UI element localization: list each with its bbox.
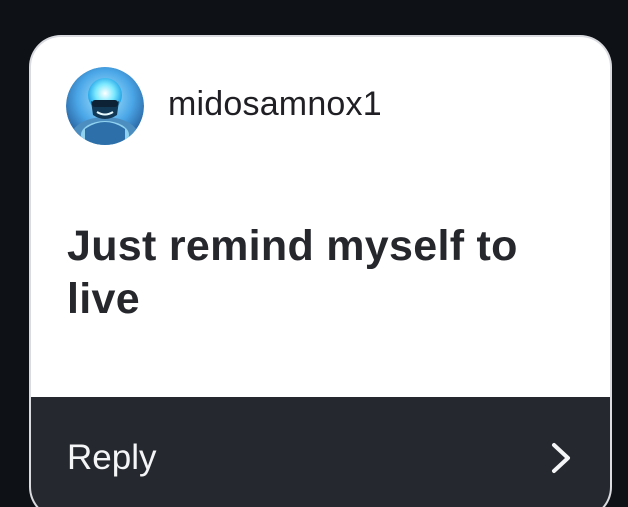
card-header: midosamnox1 [31, 37, 610, 177]
avatar[interactable] [66, 67, 144, 145]
reply-label: Reply [67, 438, 157, 477]
screen-background: midosamnox1 Just remind myself to live R… [0, 0, 628, 507]
reply-button[interactable]: Reply [31, 397, 610, 507]
avatar-image [66, 67, 144, 145]
chevron-right-icon [552, 443, 570, 473]
comment-text: Just remind myself to live [67, 222, 518, 323]
username[interactable]: midosamnox1 [168, 84, 382, 124]
comment-card: midosamnox1 Just remind myself to live R… [31, 37, 610, 507]
